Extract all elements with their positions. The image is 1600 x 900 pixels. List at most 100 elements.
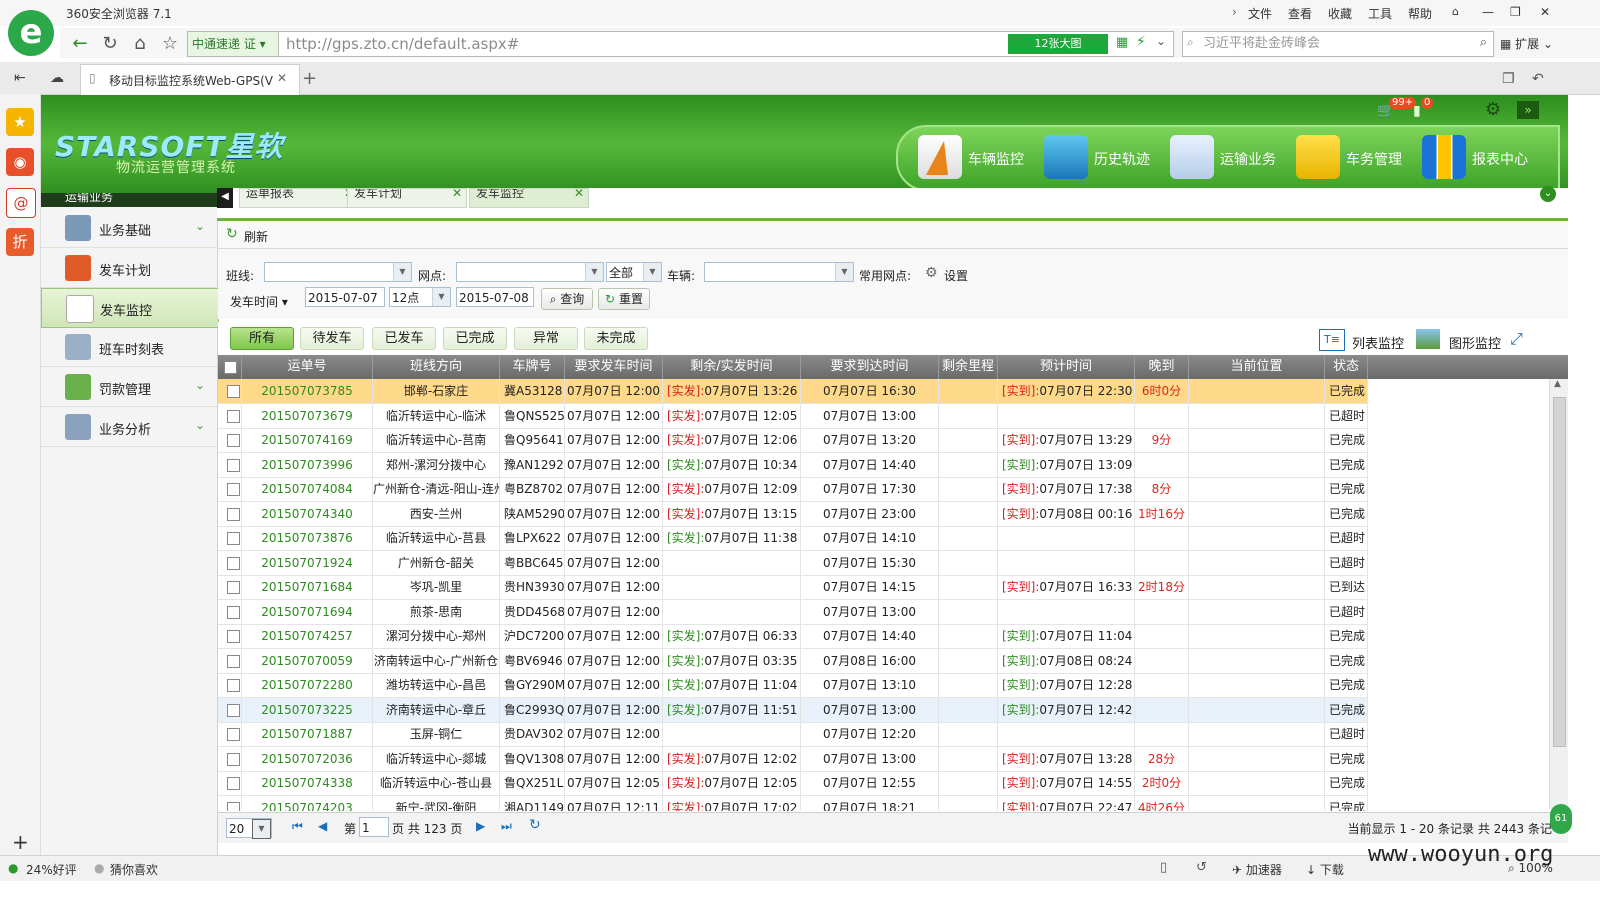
sidebar-item-departure-monitor[interactable]: 发车监控 [41,288,219,328]
row-checkbox[interactable] [227,385,240,398]
table-row[interactable]: 201507070059 济南转运中心-广州新仓 粤BV6946 07月07日 12:… [218,648,1368,674]
prev-page-icon[interactable]: ◀ [318,819,327,833]
col-late[interactable]: 晚到 [1135,355,1189,379]
reload-icon[interactable]: ↻ [98,33,122,55]
accelerator-button[interactable]: ✈ 加速器 [1232,861,1282,878]
col-plate[interactable]: 车牌号 [500,355,565,379]
search-suggestion[interactable]: 习近平将赴金砖峰会 [1203,32,1320,56]
chevron-down-icon[interactable]: ⌄ [195,219,205,233]
scroll-thumb[interactable] [1553,397,1566,747]
chevron-down-icon[interactable]: ▼ [643,263,661,281]
next-page-icon[interactable]: ▶ [476,819,485,833]
table-row[interactable]: 201507071924 广州新仓-韶关 粤BBC645 07月07日 12:00 07… [218,550,1368,576]
row-checkbox[interactable] [227,703,240,717]
table-row[interactable]: 201507072036 临沂转运中心-郯城 鲁QV1308 07月07日 12:00… [218,746,1368,772]
row-checkbox[interactable] [227,679,240,692]
back-icon[interactable]: ← [68,33,92,55]
status-abnormal-button[interactable]: 异常 [514,327,578,350]
time-type-select[interactable]: 发车时间 ▾ [230,293,288,310]
restore-icon[interactable]: ↺ [1196,860,1207,875]
status-all-button[interactable]: 所有 [230,327,294,350]
menu-help[interactable]: 帮助 [1408,5,1432,22]
status-completed-button[interactable]: 已完成 [443,327,507,350]
table-row[interactable]: 201507073996 郑州-漯河分拨中心 豫AN1292 07月07日 12:00… [218,452,1368,478]
fullscreen-icon[interactable]: ⤢ [1510,329,1523,349]
mail-icon[interactable]: @ [6,188,36,218]
site-scope-select[interactable]: 全部 ▼ [606,262,662,282]
float-badge-icon[interactable]: 61 [1550,804,1572,834]
row-checkbox[interactable] [227,605,240,619]
favorites-star-icon[interactable]: ★ [6,108,34,136]
page-number-input[interactable]: 1 [359,817,389,837]
col-current-location[interactable]: 当前位置 [1189,355,1325,379]
new-tab-icon[interactable]: + [302,68,317,89]
search-box[interactable]: ⌕ 习近平将赴金砖峰会 ⌕ [1182,31,1494,57]
qr-icon[interactable]: ▦ [1116,35,1128,50]
chevron-down-icon[interactable]: ▼ [432,288,450,306]
date-from-input[interactable]: 2015-07-07 [305,287,385,307]
col-estimated-time[interactable]: 预计时间 [998,355,1135,379]
tab-close-icon[interactable]: ✕ [452,189,462,200]
guess-you-like[interactable]: 猜你喜欢 [110,861,158,878]
query-button[interactable]: ⌕ 查询 [541,288,593,310]
col-required-arrival[interactable]: 要求到达时间 [801,355,939,379]
row-checkbox[interactable] [227,752,240,766]
mobile-icon[interactable]: ▯ [1160,860,1167,875]
graphic-monitor-button[interactable]: 图形监控 [1449,333,1501,352]
list-view-icon[interactable]: T≡ [1319,329,1345,351]
tab-close-icon[interactable]: ✕ [277,71,287,85]
extensions-button[interactable]: ▦ 扩展 ⌄ [1500,35,1553,52]
row-checkbox[interactable] [227,532,240,545]
scroll-up-icon[interactable]: ▲ [1554,379,1561,389]
sidebar-item-business-basics[interactable]: 业务基础 ⌄ [41,209,217,248]
table-row[interactable]: 201507074169 临沂转运中心-莒南 鲁Q95641 07月07日 12:00… [218,428,1368,453]
cloud-icon[interactable]: ☁ [50,70,64,86]
expand-icon[interactable]: » [1517,101,1539,119]
chevron-down-icon[interactable]: ▼ [585,263,603,281]
route-select[interactable]: ▼ [264,262,412,282]
home-icon[interactable]: ⌂ [128,33,152,55]
row-checkbox[interactable] [227,777,240,790]
settings-link[interactable]: 设置 [944,267,968,284]
table-row[interactable]: 201507071684 岑巩-凯里 贵HN3930 07月07日 12:00 07月0… [218,575,1368,600]
refresh-button[interactable]: 刷新 [244,228,268,245]
sidebar-item-fine-management[interactable]: 罚款管理 ⌄ [41,368,217,407]
table-row[interactable]: 201507071887 玉屏-铜仁 贵DAV302 07月07日 12:00 07月0… [218,722,1368,747]
hour-select[interactable]: 12点 ▼ [389,287,451,307]
undo-close-icon[interactable]: ↶ [1532,71,1544,87]
table-row[interactable]: 201507074257 漯河分拨中心-郑州 沪DC7200 07月07日 12:00… [218,624,1368,649]
url-dropdown-icon[interactable]: ⌄ [1156,34,1166,48]
table-row[interactable]: 201507073225 济南转运中心-章丘 鲁C2993Q 07月07日 12:00… [218,697,1368,723]
pager-refresh-icon[interactable]: ↻ [529,817,541,833]
first-page-icon[interactable]: ⏮ [292,819,303,834]
search-icon[interactable]: ⌕ [1480,35,1487,50]
menu-tools[interactable]: 工具 [1368,5,1392,22]
address-bar[interactable]: 中通速递 证 ▾ http://gps.zto.cn/default.aspx#… [187,31,1174,57]
table-row[interactable]: 201507073785 邯郸-石家庄 冀A53128 07月07日 12:00 [实发… [218,379,1368,404]
tabs-scroll-left-icon[interactable]: ◀ [217,188,233,208]
menu-chevron-icon[interactable]: › [1232,5,1237,19]
speed-bolt-icon[interactable]: ⚡ [1136,34,1146,50]
table-row[interactable]: 201507072280 潍坊转运中心-昌邑 鲁GY290M 07月07日 12:00… [218,673,1368,698]
browser-tab-active[interactable]: ▯ 移动目标监控系统Web-GPS(V ✕ [80,64,300,95]
bookmark-star-icon[interactable]: ☆ [158,33,182,55]
row-checkbox[interactable] [227,434,240,447]
col-required-departure[interactable]: 要求发车时间 [565,355,663,379]
row-checkbox[interactable] [227,483,240,496]
tab-departure-plan[interactable]: 发车计划 ✕ [347,188,467,208]
row-checkbox[interactable] [227,654,240,668]
row-checkbox[interactable] [227,458,240,472]
sidebar-add-icon[interactable]: + [12,830,29,854]
reset-button[interactable]: ↻ 重置 [598,288,650,310]
list-monitor-button[interactable]: 列表监控 [1352,333,1404,352]
site-select[interactable]: ▼ [456,262,604,282]
map-view-icon[interactable] [1416,329,1440,349]
sidebar-item-departure-plan[interactable]: 发车计划 [41,249,217,288]
settings-gear-icon[interactable]: ⚙ [1485,99,1501,120]
big-pic-button[interactable]: 12张大图 [1008,34,1108,54]
select-all-checkbox[interactable] [224,361,237,374]
tab-list-icon[interactable]: ❐ [1502,71,1515,87]
table-row[interactable]: 201507073679 临沂转运中心-临沭 鲁QNS525 07月07日 12:00… [218,403,1368,429]
row-checkbox[interactable] [227,409,240,423]
menu-file[interactable]: 文件 [1248,5,1272,22]
